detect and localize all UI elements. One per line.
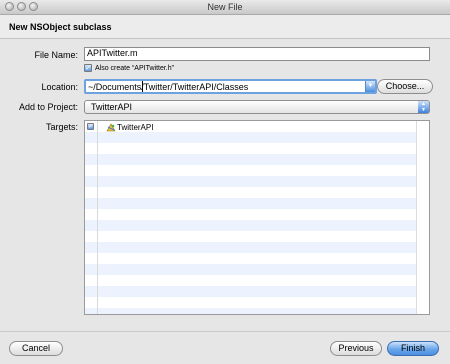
add-to-project-value: TwitterAPI — [91, 102, 133, 112]
file-name-field[interactable]: APITwitter.m — [84, 47, 430, 61]
choose-button[interactable]: Choose... — [377, 79, 433, 94]
target-app-icon — [106, 123, 116, 132]
file-name-label: File Name: — [34, 50, 78, 60]
finish-button[interactable]: Finish — [387, 341, 439, 356]
target-name: TwitterAPI — [117, 123, 154, 132]
target-row[interactable]: ✓ TwitterAPI — [85, 121, 417, 132]
window-title: New File — [207, 2, 243, 12]
minimize-window-button[interactable] — [17, 2, 26, 11]
title-bar: New File — [0, 0, 450, 15]
text-caret — [142, 81, 143, 92]
location-dropdown-arrow-icon[interactable]: ▼ — [365, 81, 375, 92]
popup-arrows-icon: ▲ ▼ — [418, 101, 429, 113]
location-value[interactable]: ~/Documents/Twitter/TwitterAPI/Classes — [88, 82, 248, 92]
location-label: Location: — [41, 82, 78, 92]
list-stripe — [85, 286, 417, 297]
list-stripe — [85, 242, 417, 253]
checkbox-column-divider — [97, 121, 98, 314]
list-stripe — [85, 176, 417, 187]
add-to-project-label: Add to Project: — [18, 102, 78, 112]
add-to-project-popup[interactable]: TwitterAPI ▲ ▼ — [84, 100, 430, 114]
also-create-header-label: Also create “APITwitter.h” — [95, 65, 174, 72]
list-stripe — [85, 308, 417, 314]
list-stripe — [85, 264, 417, 275]
list-stripe — [85, 220, 417, 231]
targets-scrollbar[interactable] — [416, 121, 429, 314]
targets-label: Targets: — [45, 122, 78, 132]
previous-button[interactable]: Previous — [330, 341, 382, 356]
list-stripe — [85, 154, 417, 165]
target-checkbox[interactable]: ✓ — [87, 123, 94, 130]
sheet-heading: New NSObject subclass — [0, 15, 450, 39]
footer-divider — [0, 331, 450, 332]
location-combobox[interactable]: ~/Documents/Twitter/TwitterAPI/Classes ▼ — [84, 79, 377, 94]
close-window-button[interactable] — [5, 2, 14, 11]
list-stripe — [85, 198, 417, 209]
also-create-header-checkbox[interactable]: ✓ — [84, 64, 92, 72]
targets-list[interactable]: ✓ TwitterAPI — [84, 120, 430, 315]
cancel-button[interactable]: Cancel — [9, 341, 63, 356]
new-file-window: New File New NSObject subclass File Name… — [0, 0, 450, 364]
zoom-window-button[interactable] — [29, 2, 38, 11]
list-stripe — [85, 132, 417, 143]
